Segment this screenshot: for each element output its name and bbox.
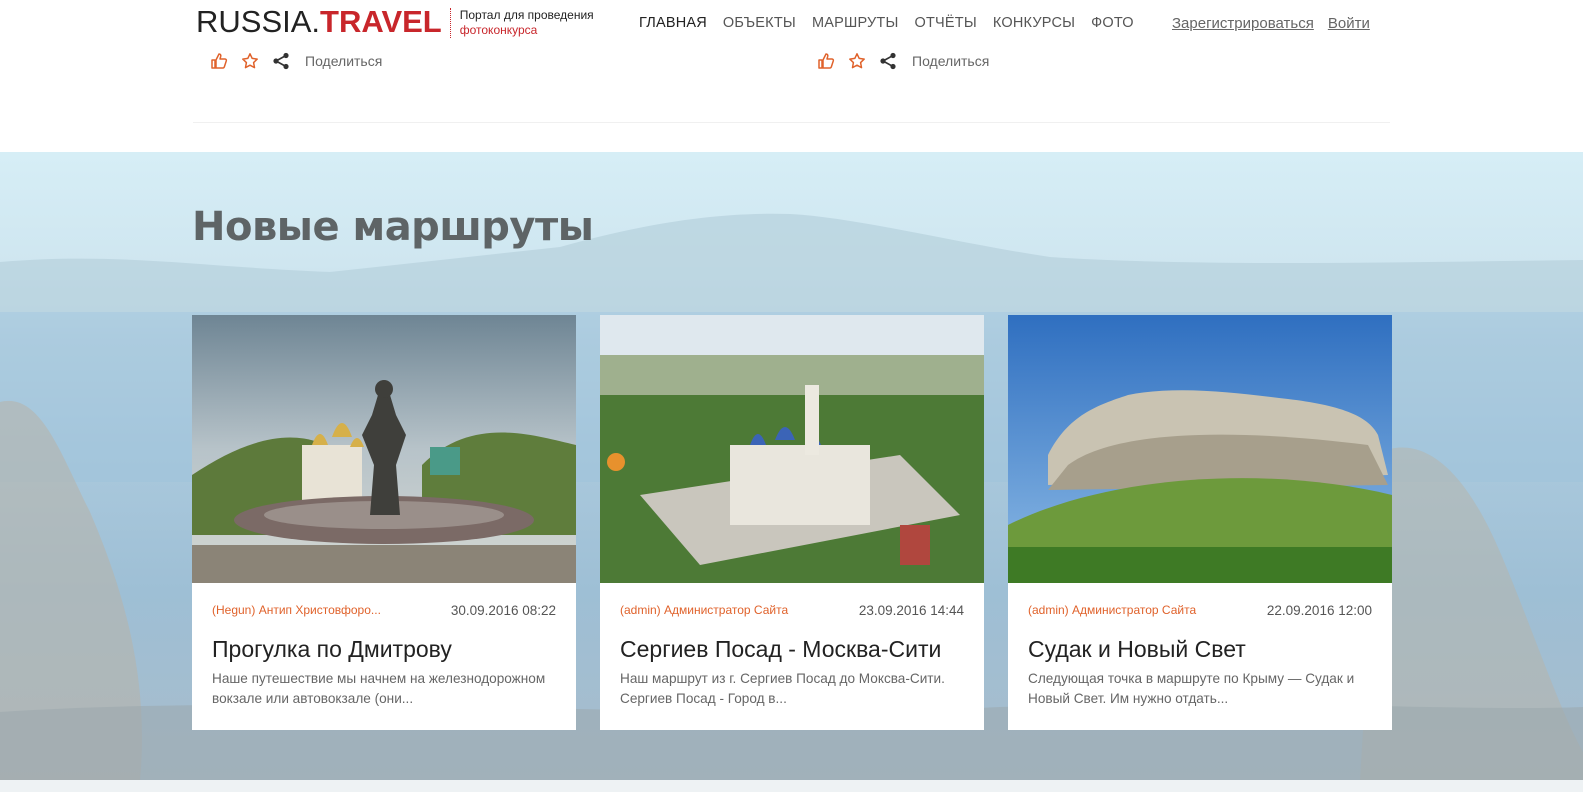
card-author[interactable]: (admin) Администратор Сайта (620, 603, 788, 621)
share-icon[interactable] (879, 52, 897, 70)
card-excerpt: Наше путешествие мы начнем на железнодор… (212, 671, 546, 706)
card-author[interactable]: (admin) Администратор Сайта (1028, 603, 1196, 621)
star-icon[interactable] (848, 52, 866, 70)
logo-accent: TRAVEL (320, 4, 442, 39)
card-meta: (Hegun) Антип Христовфоро... 30.09.2016 … (192, 583, 576, 621)
new-routes-section: Новые маршруты (Hegun) Антип Христовфоро… (0, 152, 1583, 780)
share-row-left: Поделиться (210, 52, 382, 70)
nav-item-objects[interactable]: ОБЪЕКТЫ (723, 15, 796, 31)
card-title[interactable]: Прогулка по Дмитрову (192, 621, 576, 669)
logo-text: RUSSIA.TRAVEL (196, 4, 442, 40)
card-date: 30.09.2016 08:22 (450, 603, 556, 618)
route-card[interactable]: (Hegun) Антип Христовфоро... 30.09.2016 … (192, 315, 576, 730)
section-title: Новые маршруты (192, 204, 594, 250)
register-link[interactable]: Зарегистрироваться (1172, 15, 1314, 32)
nav-item-reports[interactable]: ОТЧЁТЫ (915, 15, 977, 31)
nav-item-contests[interactable]: КОНКУРСЫ (993, 15, 1075, 31)
star-icon[interactable] (241, 52, 259, 70)
route-card[interactable]: (admin) Администратор Сайта 23.09.2016 1… (600, 315, 984, 730)
tagline-line2: фотоконкурса (459, 23, 538, 37)
card-excerpt: Следующая точка в маршруте по Крыму — Су… (1028, 671, 1355, 706)
login-link[interactable]: Войти (1328, 15, 1370, 32)
bottom-strip (0, 780, 1583, 792)
auth-links: Зарегистрироваться Войти (1172, 15, 1384, 32)
site-logo[interactable]: RUSSIA.TRAVEL Портал для проведения фото… (196, 4, 594, 40)
nav-item-routes[interactable]: МАРШРУТЫ (812, 15, 899, 31)
nav-item-home[interactable]: ГЛАВНАЯ (639, 15, 707, 31)
tagline-line1: Портал для проведения (459, 8, 594, 22)
share-label[interactable]: Поделиться (912, 53, 989, 69)
card-meta: (admin) Администратор Сайта 23.09.2016 1… (600, 583, 984, 621)
share-icon[interactable] (272, 52, 290, 70)
section-divider (193, 122, 1390, 123)
nav-item-photo[interactable]: ФОТО (1091, 15, 1134, 31)
card-meta: (admin) Администратор Сайта 22.09.2016 1… (1008, 583, 1392, 621)
logo-main: RUSSIA. (196, 4, 321, 39)
like-icon[interactable] (817, 52, 835, 70)
main-nav: ГЛАВНАЯ ОБЪЕКТЫ МАРШРУТЫ ОТЧЁТЫ КОНКУРСЫ… (639, 15, 1150, 31)
card-excerpt: Наш маршрут из г. Сергиев Посад до Моксв… (620, 671, 945, 706)
card-title[interactable]: Судак и Новый Свет (1008, 621, 1392, 669)
route-photo[interactable] (192, 315, 576, 583)
logo-tagline: Портал для проведения фотоконкурса (449, 8, 594, 38)
card-title[interactable]: Сергиев Посад - Москва-Сити (600, 621, 984, 669)
share-row-right: Поделиться (817, 52, 989, 70)
site-header: RUSSIA.TRAVEL Портал для проведения фото… (0, 0, 1583, 48)
card-date: 22.09.2016 12:00 (1266, 603, 1372, 618)
route-photo[interactable] (1008, 315, 1392, 583)
like-icon[interactable] (210, 52, 228, 70)
card-author[interactable]: (Hegun) Антип Христовфоро... (212, 603, 381, 621)
share-label[interactable]: Поделиться (305, 53, 382, 69)
route-photo[interactable] (600, 315, 984, 583)
route-card[interactable]: (admin) Администратор Сайта 22.09.2016 1… (1008, 315, 1392, 730)
card-date: 23.09.2016 14:44 (858, 603, 964, 618)
